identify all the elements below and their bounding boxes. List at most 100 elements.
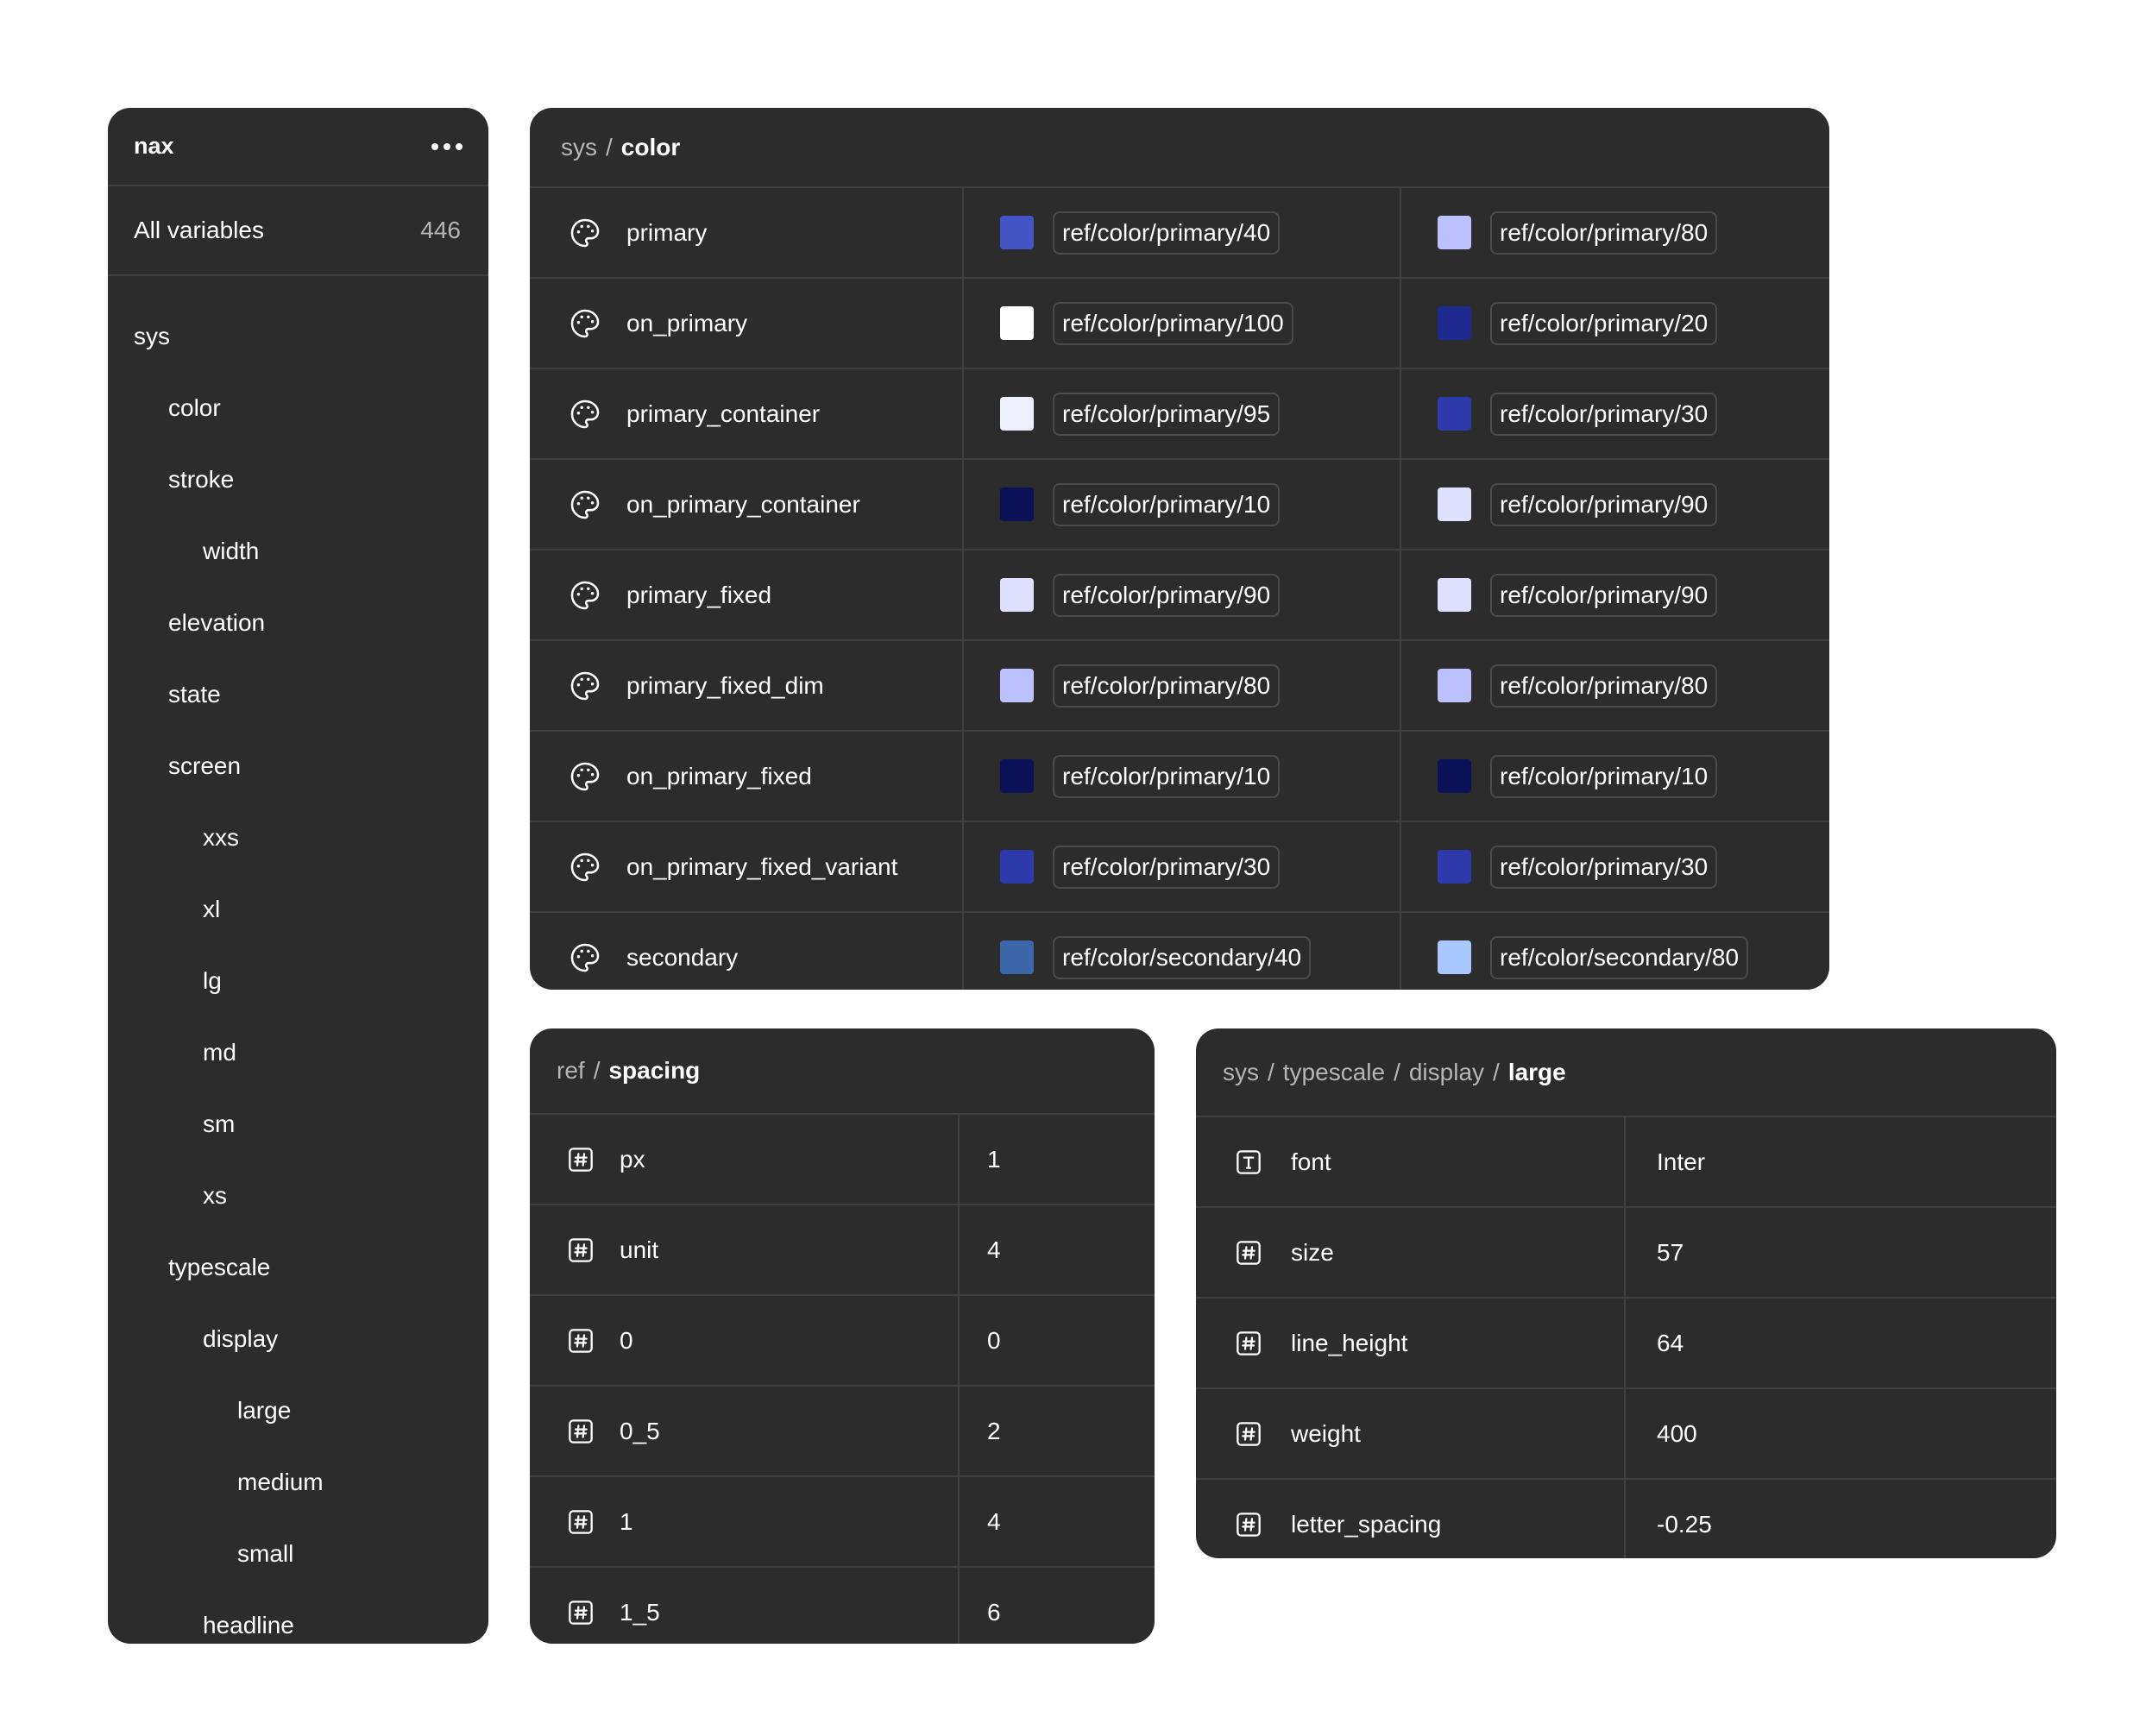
alias-reference-pill[interactable]: ref/color/primary/80 xyxy=(1053,664,1281,708)
variable-value-cell[interactable]: Inter xyxy=(1624,1117,2056,1206)
alias-reference-pill[interactable]: ref/color/primary/30 xyxy=(1053,845,1281,889)
table-row[interactable]: on_primary_fixed ref/color/primary/10 ref/… xyxy=(530,732,1829,822)
mode-value-cell-light[interactable]: ref/color/primary/80 xyxy=(962,641,1400,730)
mode-value-cell-dark[interactable]: ref/color/primary/20 xyxy=(1400,279,1829,368)
table-row[interactable]: 1_5 6 xyxy=(530,1568,1155,1644)
sidebar-item-lg[interactable]: lg xyxy=(108,945,488,1016)
sidebar-item-display[interactable]: display xyxy=(108,1303,488,1374)
table-row[interactable]: primary_fixed ref/color/primary/90 ref/col… xyxy=(530,550,1829,641)
sidebar-item-elevation[interactable]: elevation xyxy=(108,587,488,658)
table-row[interactable]: size 57 xyxy=(1196,1208,2056,1299)
mode-value-cell-dark[interactable]: ref/color/primary/30 xyxy=(1400,822,1829,911)
variable-name-cell[interactable]: line_height xyxy=(1196,1299,1624,1387)
variable-name-cell[interactable]: px xyxy=(530,1115,958,1204)
variable-value-cell[interactable]: 4 xyxy=(958,1477,1155,1566)
alias-reference-pill[interactable]: ref/color/primary/10 xyxy=(1490,754,1718,798)
variable-name-cell[interactable]: primary xyxy=(530,188,962,277)
alias-reference-pill[interactable]: ref/color/primary/30 xyxy=(1490,845,1718,889)
sidebar-item-sm[interactable]: sm xyxy=(108,1088,488,1160)
sidebar-item-width[interactable]: width xyxy=(108,515,488,587)
sidebar-item-medium[interactable]: medium xyxy=(108,1446,488,1518)
variable-value-cell[interactable]: 57 xyxy=(1624,1208,2056,1297)
alias-reference-pill[interactable]: ref/color/primary/80 xyxy=(1490,664,1718,708)
variable-value-cell[interactable]: 0 xyxy=(958,1296,1155,1385)
sidebar-item-xxs[interactable]: xxs xyxy=(108,802,488,873)
alias-reference-pill[interactable]: ref/color/primary/20 xyxy=(1490,301,1718,345)
table-row[interactable]: on_primary ref/color/primary/100 ref/color… xyxy=(530,279,1829,369)
table-row[interactable]: px 1 xyxy=(530,1115,1155,1205)
variable-value-cell[interactable]: 4 xyxy=(958,1205,1155,1294)
variable-name-cell[interactable]: on_primary_container xyxy=(530,460,962,549)
more-horizontal-icon[interactable] xyxy=(431,136,463,157)
variable-name-cell[interactable]: secondary xyxy=(530,913,962,990)
mode-value-cell-light[interactable]: ref/color/primary/40 xyxy=(962,188,1400,277)
variable-name-cell[interactable]: on_primary_fixed xyxy=(530,732,962,821)
mode-value-cell-dark[interactable]: ref/color/primary/80 xyxy=(1400,641,1829,730)
table-row[interactable]: font Inter xyxy=(1196,1117,2056,1208)
breadcrumb-sys[interactable]: sys xyxy=(1223,1059,1259,1086)
variable-value-cell[interactable]: 400 xyxy=(1624,1389,2056,1478)
table-row[interactable]: 14 xyxy=(530,1477,1155,1568)
variable-name-cell[interactable]: primary_fixed xyxy=(530,550,962,639)
mode-value-cell-dark[interactable]: ref/color/primary/90 xyxy=(1400,550,1829,639)
alias-reference-pill[interactable]: ref/color/primary/95 xyxy=(1053,392,1281,436)
variable-name-cell[interactable]: on_primary xyxy=(530,279,962,368)
sidebar-item-small[interactable]: small xyxy=(108,1518,488,1589)
table-row[interactable]: weight 400 xyxy=(1196,1389,2056,1480)
table-row[interactable]: secondary ref/color/secondary/40 ref/color… xyxy=(530,913,1829,990)
breadcrumb-parent[interactable]: sys xyxy=(561,134,597,161)
sidebar-item-xl[interactable]: xl xyxy=(108,873,488,945)
sidebar-item-color[interactable]: color xyxy=(108,372,488,443)
alias-reference-pill[interactable]: ref/color/primary/10 xyxy=(1053,754,1281,798)
mode-value-cell-dark[interactable]: ref/color/primary/10 xyxy=(1400,732,1829,821)
sidebar-item-stroke[interactable]: stroke xyxy=(108,443,488,515)
table-row[interactable]: primary ref/color/primary/40 ref/color/pri… xyxy=(530,188,1829,279)
table-row[interactable]: 0_5 2 xyxy=(530,1387,1155,1477)
mode-value-cell-dark[interactable]: ref/color/primary/90 xyxy=(1400,460,1829,549)
variable-name-cell[interactable]: weight xyxy=(1196,1389,1624,1478)
table-row[interactable]: primary_container ref/color/primary/95 ref… xyxy=(530,369,1829,460)
sidebar-item-large[interactable]: large xyxy=(108,1374,488,1446)
sidebar-item-sys[interactable]: sys xyxy=(108,300,488,372)
alias-reference-pill[interactable]: ref/color/primary/100 xyxy=(1053,301,1293,345)
sidebar-item-xs[interactable]: xs xyxy=(108,1160,488,1231)
alias-reference-pill[interactable]: ref/color/secondary/40 xyxy=(1053,935,1312,979)
alias-reference-pill[interactable]: ref/color/primary/90 xyxy=(1490,573,1718,617)
table-row[interactable]: primary_fixed_dim ref/color/primary/80 ref… xyxy=(530,641,1829,732)
sidebar-item-screen[interactable]: screen xyxy=(108,730,488,802)
variable-name-cell[interactable]: primary_container xyxy=(530,369,962,458)
table-row[interactable]: letter_spacing -0.25 xyxy=(1196,1480,2056,1558)
alias-reference-pill[interactable]: ref/color/primary/80 xyxy=(1490,211,1718,255)
variable-name-cell[interactable]: font xyxy=(1196,1117,1624,1206)
mode-value-cell-light[interactable]: ref/color/primary/95 xyxy=(962,369,1400,458)
breadcrumb-display[interactable]: display xyxy=(1409,1059,1484,1086)
table-row[interactable]: on_primary_fixed_variant ref/color/primar… xyxy=(530,822,1829,913)
breadcrumb-typescale[interactable]: typescale xyxy=(1283,1059,1385,1086)
mode-value-cell-light[interactable]: ref/color/primary/10 xyxy=(962,732,1400,821)
variable-name-cell[interactable]: size xyxy=(1196,1208,1624,1297)
table-row[interactable]: line_height 64 xyxy=(1196,1299,2056,1389)
variable-name-cell[interactable]: on_primary_fixed_variant xyxy=(530,822,962,911)
alias-reference-pill[interactable]: ref/color/primary/30 xyxy=(1490,392,1718,436)
mode-value-cell-dark[interactable]: ref/color/secondary/80 xyxy=(1400,913,1829,990)
sidebar-item-md[interactable]: md xyxy=(108,1016,488,1088)
mode-value-cell-light[interactable]: ref/color/primary/100 xyxy=(962,279,1400,368)
variable-value-cell[interactable]: 1 xyxy=(958,1115,1155,1204)
sidebar-item-headline[interactable]: headline xyxy=(108,1589,488,1644)
mode-value-cell-light[interactable]: ref/color/primary/10 xyxy=(962,460,1400,549)
variable-value-cell[interactable]: -0.25 xyxy=(1624,1480,2056,1558)
variable-name-cell[interactable]: 0 xyxy=(530,1296,958,1385)
variable-name-cell[interactable]: primary_fixed_dim xyxy=(530,641,962,730)
mode-value-cell-light[interactable]: ref/color/primary/30 xyxy=(962,822,1400,911)
alias-reference-pill[interactable]: ref/color/secondary/80 xyxy=(1490,935,1749,979)
alias-reference-pill[interactable]: ref/color/primary/90 xyxy=(1490,482,1718,526)
alias-reference-pill[interactable]: ref/color/primary/10 xyxy=(1053,482,1281,526)
mode-value-cell-light[interactable]: ref/color/secondary/40 xyxy=(962,913,1400,990)
variable-value-cell[interactable]: 6 xyxy=(958,1568,1155,1644)
alias-reference-pill[interactable]: ref/color/primary/40 xyxy=(1053,211,1281,255)
mode-value-cell-dark[interactable]: ref/color/primary/30 xyxy=(1400,369,1829,458)
table-row[interactable]: 00 xyxy=(530,1296,1155,1387)
mode-value-cell-light[interactable]: ref/color/primary/90 xyxy=(962,550,1400,639)
sidebar-item-state[interactable]: state xyxy=(108,658,488,730)
variable-name-cell[interactable]: 1 xyxy=(530,1477,958,1566)
